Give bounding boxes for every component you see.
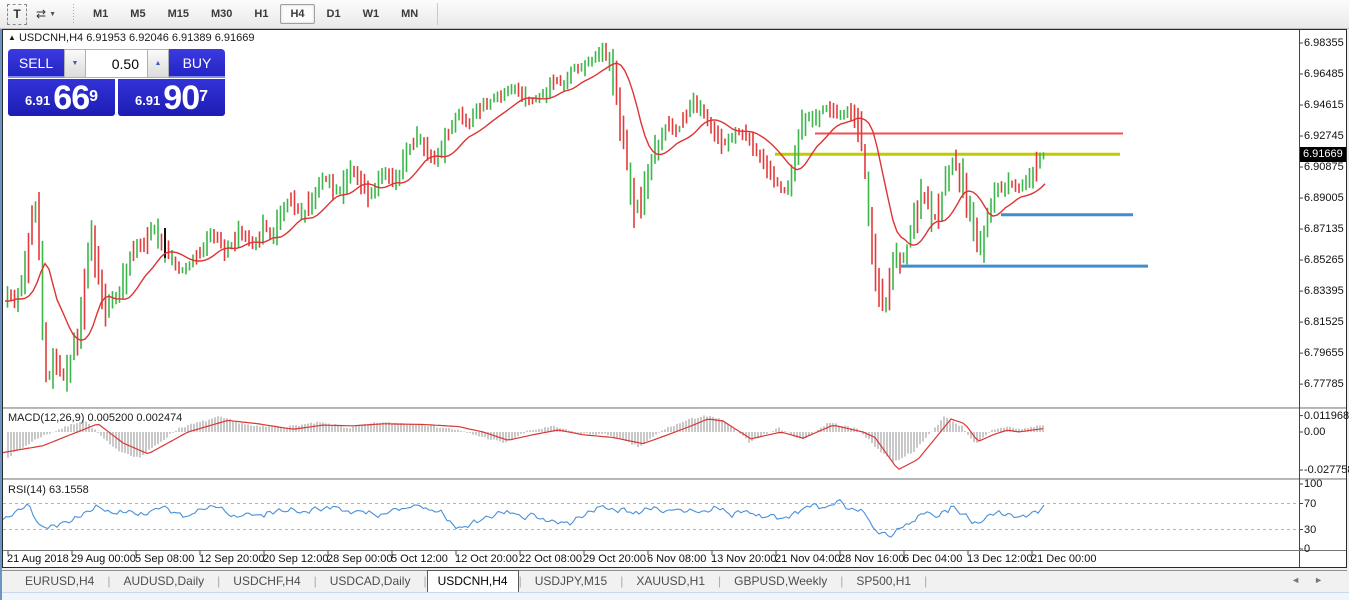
chart-ohlc-values: 6.91953 6.92046 6.91389 6.91669 [86,32,254,44]
date-axis-label: 28 Sep 00:00 [327,553,392,565]
date-axis-label: 20 Sep 12:00 [263,553,328,565]
date-axis-label: 5 Sep 08:00 [135,553,194,565]
window-left-edge [0,29,2,600]
date-axis-label: 13 Dec 12:00 [967,553,1032,565]
timeframe-buttons: M1M5M15M30H1H4D1W1MN [82,4,429,24]
buy-price-pips: 90 [163,82,199,114]
date-axis-label: 12 Oct 20:00 [455,553,518,565]
timeframe-button-m5[interactable]: M5 [120,4,155,24]
tab-gbpusd-weekly[interactable]: GBPUSD,Weekly [721,571,840,591]
rsi-axis-label: 100 [1304,478,1322,490]
timeframe-button-m30[interactable]: M30 [201,4,242,24]
rsi-label: RSI(14) 63.1558 [8,484,89,496]
tab-eurusd-h4[interactable]: EURUSD,H4 [12,571,107,591]
rsi-axis-label: 70 [1304,498,1316,510]
price-axis-label: 6.89005 [1304,192,1344,204]
timeframe-button-w1[interactable]: W1 [353,4,390,24]
timeframe-button-m15[interactable]: M15 [158,4,199,24]
rsi-axis-label: 30 [1304,524,1316,536]
sell-price-point: 9 [89,92,98,102]
tab-separator: | [924,574,927,591]
tab-scroll-arrows: ◄► [1291,575,1337,585]
tab-usdchf-h4[interactable]: USDCHF,H4 [220,571,313,591]
date-axis-label: 29 Aug 00:00 [71,553,136,565]
timeframe-button-mn[interactable]: MN [391,4,428,24]
tab-usdcad-daily[interactable]: USDCAD,Daily [317,571,424,591]
rsi-axis-label: 0 [1304,543,1310,555]
sell-price-display[interactable]: 6.91 66 9 [8,79,115,116]
tab-usdjpy-m15[interactable]: USDJPY,M15 [522,571,620,591]
date-axis-label: 5 Oct 12:00 [391,553,448,565]
toolbar-separator [437,3,438,25]
volume-input[interactable] [86,49,147,78]
volume-increase-button[interactable]: ▲ [147,49,169,78]
rsi-value: 63.1558 [49,484,89,496]
chart-header: ▲ USDCNH,H4 6.91953 6.92046 6.91389 6.91… [8,32,254,44]
rsi-name: RSI(14) [8,484,46,496]
tab-audusd-daily[interactable]: AUDUSD,Daily [110,571,217,591]
date-axis-label: 22 Oct 08:00 [519,553,582,565]
date-axis-label: 6 Nov 08:00 [647,553,706,565]
volume-decrease-button[interactable]: ▼ [64,49,86,78]
date-axis-label: 29 Oct 20:00 [583,553,646,565]
buy-button[interactable]: BUY [169,49,225,78]
current-price-tag: 6.91669 [1300,147,1346,162]
chart-tab-bar: EURUSD,H4|AUDUSD,Daily|USDCHF,H4|USDCAD,… [2,570,1347,592]
price-axis-label: 6.77785 [1304,378,1344,390]
macd-label: MACD(12,26,9) 0.005200 0.002474 [8,412,182,424]
price-axis-label: 6.90875 [1304,161,1344,173]
terminal-window: T ⇄ ▼ M1M5M15M30H1H4D1W1MN ▲ USDCNH,H4 6… [0,0,1349,600]
price-axis-label: 6.96485 [1304,68,1344,80]
buy-price-display[interactable]: 6.91 90 7 [118,79,225,116]
macd-axis-label: 0.011968 [1304,410,1349,422]
status-strip [0,592,1349,600]
timeframe-button-d1[interactable]: D1 [317,4,351,24]
sell-price-prefix: 6.91 [25,88,50,114]
tabs-container: EURUSD,H4|AUDUSD,Daily|USDCHF,H4|USDCAD,… [12,570,927,592]
macd-axis-label: 0.00 [1304,426,1325,438]
chevron-down-icon[interactable]: ▼ [49,11,56,18]
sell-price-pips: 66 [53,82,89,114]
text-tool-button[interactable]: T [7,4,27,25]
macd-values: 0.005200 0.002474 [87,412,182,424]
date-axis-label: 28 Nov 16:00 [839,553,904,565]
timeframe-button-m1[interactable]: M1 [83,4,118,24]
chart-window: ▲ USDCNH,H4 6.91953 6.92046 6.91389 6.91… [2,29,1347,568]
price-axis-label: 6.81525 [1304,316,1344,328]
symbol-marker-icon: ▲ [8,33,16,42]
price-axis-label: 6.79655 [1304,347,1344,359]
price-axis-label: 6.94615 [1304,99,1344,111]
tab-usdcnh-h4[interactable]: USDCNH,H4 [427,570,519,592]
date-axis-label: 6 Dec 04:00 [903,553,962,565]
price-axis-label: 6.85265 [1304,254,1344,266]
one-click-trade-panel: SELL ▼ ▲ BUY 6.91 66 9 6.91 90 7 [8,49,225,116]
price-axis-label: 6.87135 [1304,223,1344,235]
macd-axis-label: -0.027758 [1304,464,1349,476]
toolbar: T ⇄ ▼ M1M5M15M30H1H4D1W1MN [0,0,1349,29]
cycle-arrows-button[interactable]: ⇄ ▼ [31,4,61,25]
date-axis-label: 21 Dec 00:00 [1031,553,1096,565]
tab-sp500-h1[interactable]: SP500,H1 [843,571,924,591]
date-axis-label: 21 Aug 2018 [7,553,69,565]
price-axis-label: 6.92745 [1304,130,1344,142]
buy-price-point: 7 [199,92,208,102]
timeframe-button-h4[interactable]: H4 [280,4,314,24]
sell-button[interactable]: SELL [8,49,64,78]
tab-xauusd-h1[interactable]: XAUUSD,H1 [623,571,718,591]
cycle-arrows-icon: ⇄ [36,7,46,21]
tab-scroll-left-icon[interactable]: ◄ [1291,575,1314,585]
macd-name: MACD(12,26,9) [8,412,84,424]
buy-price-prefix: 6.91 [135,88,160,114]
date-axis-label: 12 Sep 20:00 [199,553,264,565]
chart-symbol-label: USDCNH,H4 [19,32,83,44]
date-axis-label: 21 Nov 04:00 [775,553,840,565]
date-axis-label: 13 Nov 20:00 [711,553,776,565]
timeframe-button-h1[interactable]: H1 [244,4,278,24]
price-axis-label: 6.98355 [1304,37,1344,49]
toolbar-grip[interactable] [71,4,76,24]
tab-scroll-right-icon[interactable]: ► [1314,575,1337,585]
price-axis-label: 6.83395 [1304,285,1344,297]
